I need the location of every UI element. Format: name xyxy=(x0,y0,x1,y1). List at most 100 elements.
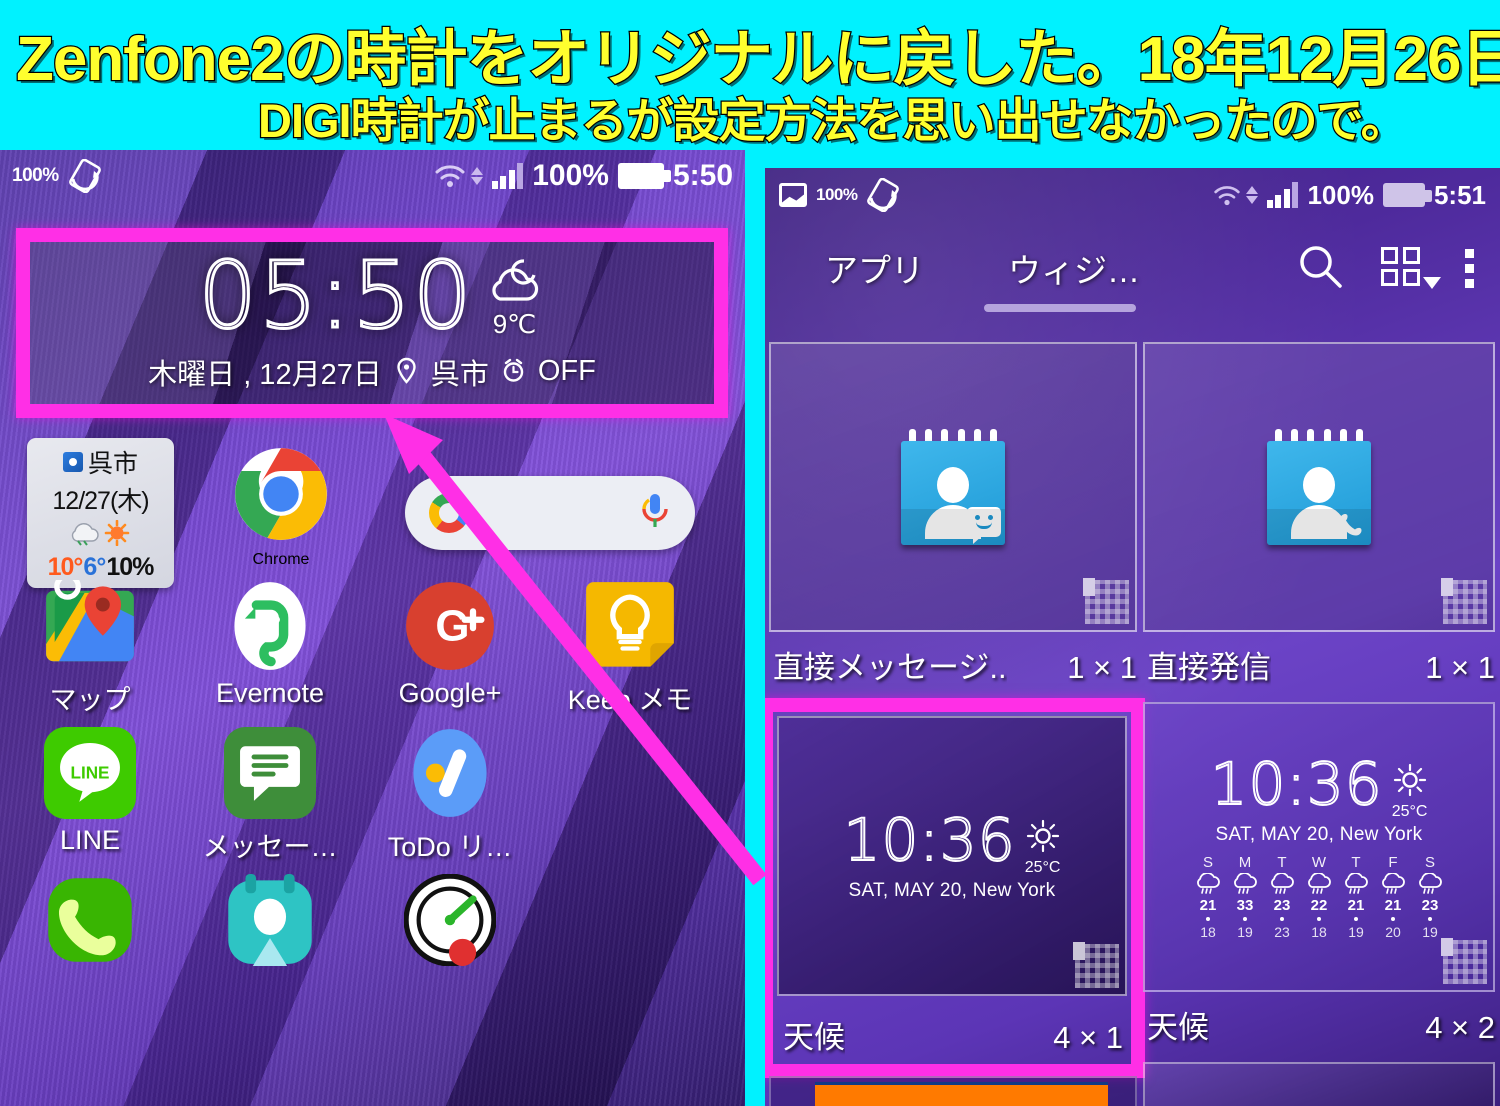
app-row-2: LINE LINE メッセー… ToDo リ… xyxy=(0,717,745,864)
forecast-column: T 23 23 xyxy=(1269,854,1295,940)
app-todo-list[interactable]: ToDo リ… xyxy=(360,717,540,864)
overflow-menu-icon[interactable] xyxy=(1465,248,1474,288)
widget-tile-direct-message[interactable] xyxy=(769,342,1137,632)
bottom-orange-element xyxy=(815,1082,1108,1106)
battery-icon xyxy=(617,163,671,189)
weather-app-cube-icon xyxy=(62,452,83,472)
clock-widget-highlight-box: 05:50 9℃ 木曜日 , 12月27日 呉市 OFF xyxy=(16,228,728,418)
app-phone-dialer[interactable] xyxy=(0,864,180,966)
weather-card-date: 12/27(木) xyxy=(52,487,149,515)
wifi-icon xyxy=(1213,184,1241,207)
app-evernote[interactable]: Evernote xyxy=(180,570,360,717)
forecast-low: 23 xyxy=(1274,923,1290,940)
sun-icon xyxy=(1026,819,1060,858)
forecast-high: 23 xyxy=(1421,896,1439,914)
preview-date-line: SAT, MAY 20, New York xyxy=(1215,823,1423,845)
messages-icon xyxy=(224,727,316,819)
forecast-separator-dot xyxy=(1317,916,1321,921)
widget-name: 直接メッセージ.. xyxy=(773,650,1007,685)
forecast-column: T 21 19 xyxy=(1343,854,1369,940)
app-label: マップ xyxy=(49,685,131,715)
rain-cloud-icon xyxy=(1382,872,1405,894)
clock-widget-time: 05:50 xyxy=(197,242,474,349)
app-maps[interactable]: マップ xyxy=(0,570,180,717)
widget-resize-handle-icon xyxy=(1073,942,1119,988)
widget-name: 直接発信 xyxy=(1147,650,1271,685)
app-label: Chrome xyxy=(252,551,310,568)
voice-search-mic-icon[interactable] xyxy=(639,491,671,536)
widget-size: 4 × 1 xyxy=(1053,1020,1123,1055)
sun-icon xyxy=(102,519,132,551)
right-phone-screenshot: 100% 100% 5:51 アプリ ウィジ… 直接メッセージ.. 1 × 1 … xyxy=(765,168,1500,1106)
forecast-low: 18 xyxy=(1311,923,1327,940)
signal-strength-icon xyxy=(491,163,524,189)
tab-widgets[interactable]: ウィジ… xyxy=(1002,244,1146,292)
title-banner: Zenfone2の時計をオリジナルに戻した。18年12月26日 DIGI時計が止… xyxy=(0,0,1500,150)
speedometer-icon xyxy=(404,874,496,966)
forecast-separator-dot xyxy=(1391,916,1395,921)
status-bar-clock: 5:50 xyxy=(672,159,733,192)
status-bar-clock: 5:51 xyxy=(1433,179,1486,210)
widget-size: 1 × 1 xyxy=(1425,650,1495,685)
app-label: Keep メモ xyxy=(567,685,693,715)
widget-tile-direct-call[interactable] xyxy=(1143,342,1495,632)
widget-label-direct-message: 直接メッセージ.. 1 × 1 xyxy=(773,642,1137,687)
forecast-column: S 21 18 xyxy=(1195,854,1221,940)
widget-size: 4 × 2 xyxy=(1425,1010,1495,1045)
app-line[interactable]: LINE LINE xyxy=(0,717,180,864)
app-messages[interactable]: メッセー… xyxy=(180,717,360,864)
rain-cloud-icon xyxy=(1197,872,1220,894)
auto-rotate-icon xyxy=(866,177,900,213)
app-contacts[interactable] xyxy=(180,864,360,966)
rain-cloud-icon xyxy=(1419,872,1442,894)
rain-cloud-icon xyxy=(1308,872,1331,894)
forecast-high: 23 xyxy=(1273,896,1291,914)
preview-time: 10:36 xyxy=(843,805,1016,874)
forecast-low: 19 xyxy=(1348,923,1364,940)
widget-tile-weather-4x1[interactable]: 10:36 25°C SAT, MAY 20, New York xyxy=(777,716,1127,996)
forecast-column: W 22 18 xyxy=(1306,854,1332,940)
preview-time: 10:36 xyxy=(1210,749,1383,818)
preview-temperature: 25°C xyxy=(1024,858,1061,876)
weather-forecast-card[interactable]: 呉市 12/27(木) 10° 6° 10% xyxy=(27,438,174,588)
app-spacer xyxy=(540,717,720,864)
app-label: メッセー… xyxy=(202,832,338,862)
forecast-separator-dot xyxy=(1280,916,1284,921)
widget-label-weather-4x2: 天候 4 × 2 xyxy=(1147,1002,1495,1047)
tab-apps[interactable]: アプリ xyxy=(819,244,930,292)
cloud-icon xyxy=(70,520,100,551)
widget-tile-next-partial[interactable] xyxy=(1143,1062,1495,1106)
app-row-3 xyxy=(0,864,745,966)
left-phone-screenshot: 100% 100% 5:50 05:50 9℃ 木曜日 , 12月27日 呉市 … xyxy=(0,150,745,1106)
forecast-day: S xyxy=(1424,853,1435,871)
panel-divider xyxy=(745,150,765,1106)
google-maps-icon xyxy=(44,580,136,672)
evernote-icon xyxy=(224,580,316,672)
forecast-day: S xyxy=(1202,853,1213,871)
widget-name: 天候 xyxy=(1147,1010,1209,1045)
google-keep-icon xyxy=(584,580,676,672)
preview-date-line: SAT, MAY 20, New York xyxy=(848,879,1056,901)
todo-list-icon xyxy=(404,727,496,819)
widget-tile-weather-4x2[interactable]: 10:36 25°C SAT, MAY 20, New York S 21 18 M 3… xyxy=(1143,702,1495,992)
picker-tab-bar: アプリ ウィジ… xyxy=(765,222,1500,314)
app-google-keep[interactable]: Keep メモ xyxy=(540,570,720,717)
battery-percent-left-label: 100% xyxy=(12,165,59,186)
search-icon[interactable] xyxy=(1297,243,1343,294)
app-google-plus[interactable]: G Google+ xyxy=(360,570,540,717)
app-label: Evernote xyxy=(215,678,325,708)
home-clock-widget[interactable]: 05:50 9℃ 木曜日 , 12月27日 呉市 OFF xyxy=(30,242,714,404)
forecast-high: 21 xyxy=(1384,896,1402,914)
auto-rotate-icon xyxy=(68,158,102,194)
alarm-clock-icon xyxy=(502,355,525,388)
google-search-bar[interactable] xyxy=(405,476,695,550)
app-chrome[interactable]: Chrome xyxy=(224,446,338,569)
forecast-separator-dot xyxy=(1243,916,1247,921)
app-speedometer[interactable] xyxy=(360,864,540,966)
weather-4x1-highlight-box: 10:36 25°C SAT, MAY 20, New York 天候 4 × … xyxy=(765,698,1145,1078)
contact-message-icon xyxy=(901,429,1005,545)
grid-size-icon[interactable] xyxy=(1381,247,1441,289)
battery-percent-right-label: 100% xyxy=(1307,179,1374,210)
data-transfer-icon xyxy=(1245,186,1258,204)
sun-icon xyxy=(1393,763,1427,802)
